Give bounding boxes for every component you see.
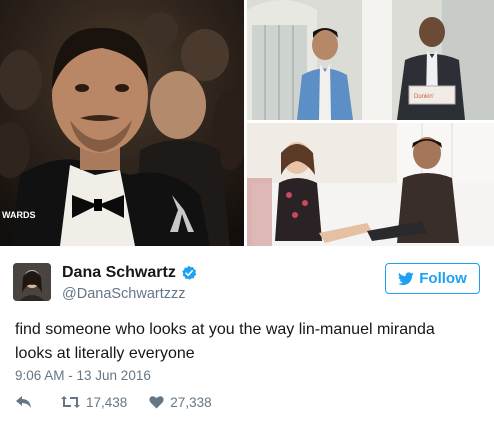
tweet-text: find someone who looks at you the way li…	[15, 321, 435, 362]
retweet-count: 17,438	[86, 394, 128, 410]
tweet-actions: 17,438 27,338	[15, 391, 234, 413]
user-info[interactable]: Dana Schwartz @DanaSchwartzzz	[62, 263, 197, 302]
display-name[interactable]: Dana Schwartz	[62, 264, 176, 282]
tweet-media-grid: WARDS Dunkin'	[0, 0, 494, 246]
like-count: 27,338	[170, 394, 212, 410]
twitter-bird-icon	[398, 271, 414, 285]
media-photo-white-house[interactable]: Dunkin'	[247, 0, 494, 120]
awards-overlay-text: WARDS	[2, 210, 36, 220]
tweet-card: Dana Schwartz @DanaSchwartzzz Follow fin…	[0, 246, 494, 423]
like-action[interactable]: 27,338	[149, 394, 212, 410]
user-handle[interactable]: @DanaSchwartzzz	[62, 286, 197, 302]
box-text: Dunkin'	[414, 94, 434, 100]
heart-icon	[149, 396, 164, 409]
tweet-timestamp[interactable]: 9:06 AM - 13 Jun 2016	[15, 368, 151, 383]
retweet-action[interactable]: 17,438	[61, 395, 127, 410]
follow-label: Follow	[419, 270, 467, 287]
reply-action[interactable]	[15, 395, 39, 409]
avatar[interactable]	[13, 263, 51, 301]
follow-button[interactable]: Follow	[385, 263, 480, 294]
reply-icon	[16, 396, 31, 408]
verified-badge-icon	[182, 265, 197, 280]
retweet-icon	[61, 396, 80, 408]
media-photo-awards[interactable]: WARDS	[0, 0, 244, 246]
media-photo-interview[interactable]	[247, 123, 494, 246]
